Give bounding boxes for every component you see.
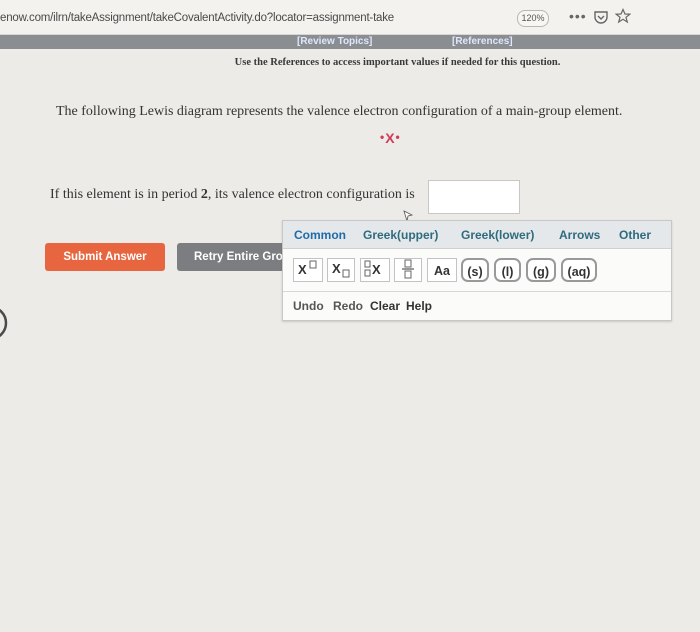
question-panel: The following Lewis diagram represents t… [0,0,700,554]
subscript-button[interactable]: X [327,258,355,282]
state-liquid-button[interactable]: (l) [494,258,521,282]
clear-button[interactable]: Clear [370,299,400,313]
superscript-button[interactable]: X [293,258,323,282]
fraction-button[interactable] [394,258,422,282]
lewis-symbol: X [385,130,396,146]
submit-answer-button[interactable]: Submit Answer [45,243,165,271]
svg-text:X: X [332,261,341,276]
undo-button[interactable]: Undo [293,299,324,313]
period-question-suffix: , its valence electron configuration is [207,187,415,202]
electron-dot-right: • [395,130,401,144]
retry-entire-group-button[interactable]: Retry Entire Group [177,243,287,271]
isotope-notation-icon: X [364,260,381,277]
isotope-button[interactable]: X [360,258,390,282]
period-question-prefix: If this element is in period [50,187,201,202]
superscript-icon: X [298,260,317,277]
palette-actions: Undo Redo Clear Help [283,291,671,320]
svg-text:X: X [372,262,381,277]
fraction-icon [402,259,414,279]
page-edge-arc-icon [0,308,8,338]
state-aqueous-button[interactable]: (aq) [561,258,597,282]
state-solid-button[interactable]: (s) [461,258,489,282]
svg-text:X: X [298,262,307,277]
lewis-diagram: •X• [380,130,401,146]
symbol-palette: Common Greek(upper) Greek(lower) Arrows … [282,220,672,321]
case-toggle-button[interactable]: Aa [427,258,457,282]
redo-button[interactable]: Redo [333,299,363,313]
tab-arrows[interactable]: Arrows [559,228,600,242]
tab-other[interactable]: Other [619,228,651,242]
period-question: If this element is in period 2, its vale… [50,187,415,203]
subscript-icon: X [332,261,350,278]
help-button[interactable]: Help [406,299,432,313]
tab-common[interactable]: Common [294,228,346,242]
electron-configuration-input[interactable] [428,180,520,214]
state-gas-button[interactable]: (g) [526,258,556,282]
period-number: 2 [200,187,208,202]
palette-tabs: Common Greek(upper) Greek(lower) Arrows … [283,221,671,249]
tab-greek-lower[interactable]: Greek(lower) [461,228,534,242]
question-text: The following Lewis diagram represents t… [56,104,623,119]
tab-greek-upper[interactable]: Greek(upper) [363,228,438,242]
